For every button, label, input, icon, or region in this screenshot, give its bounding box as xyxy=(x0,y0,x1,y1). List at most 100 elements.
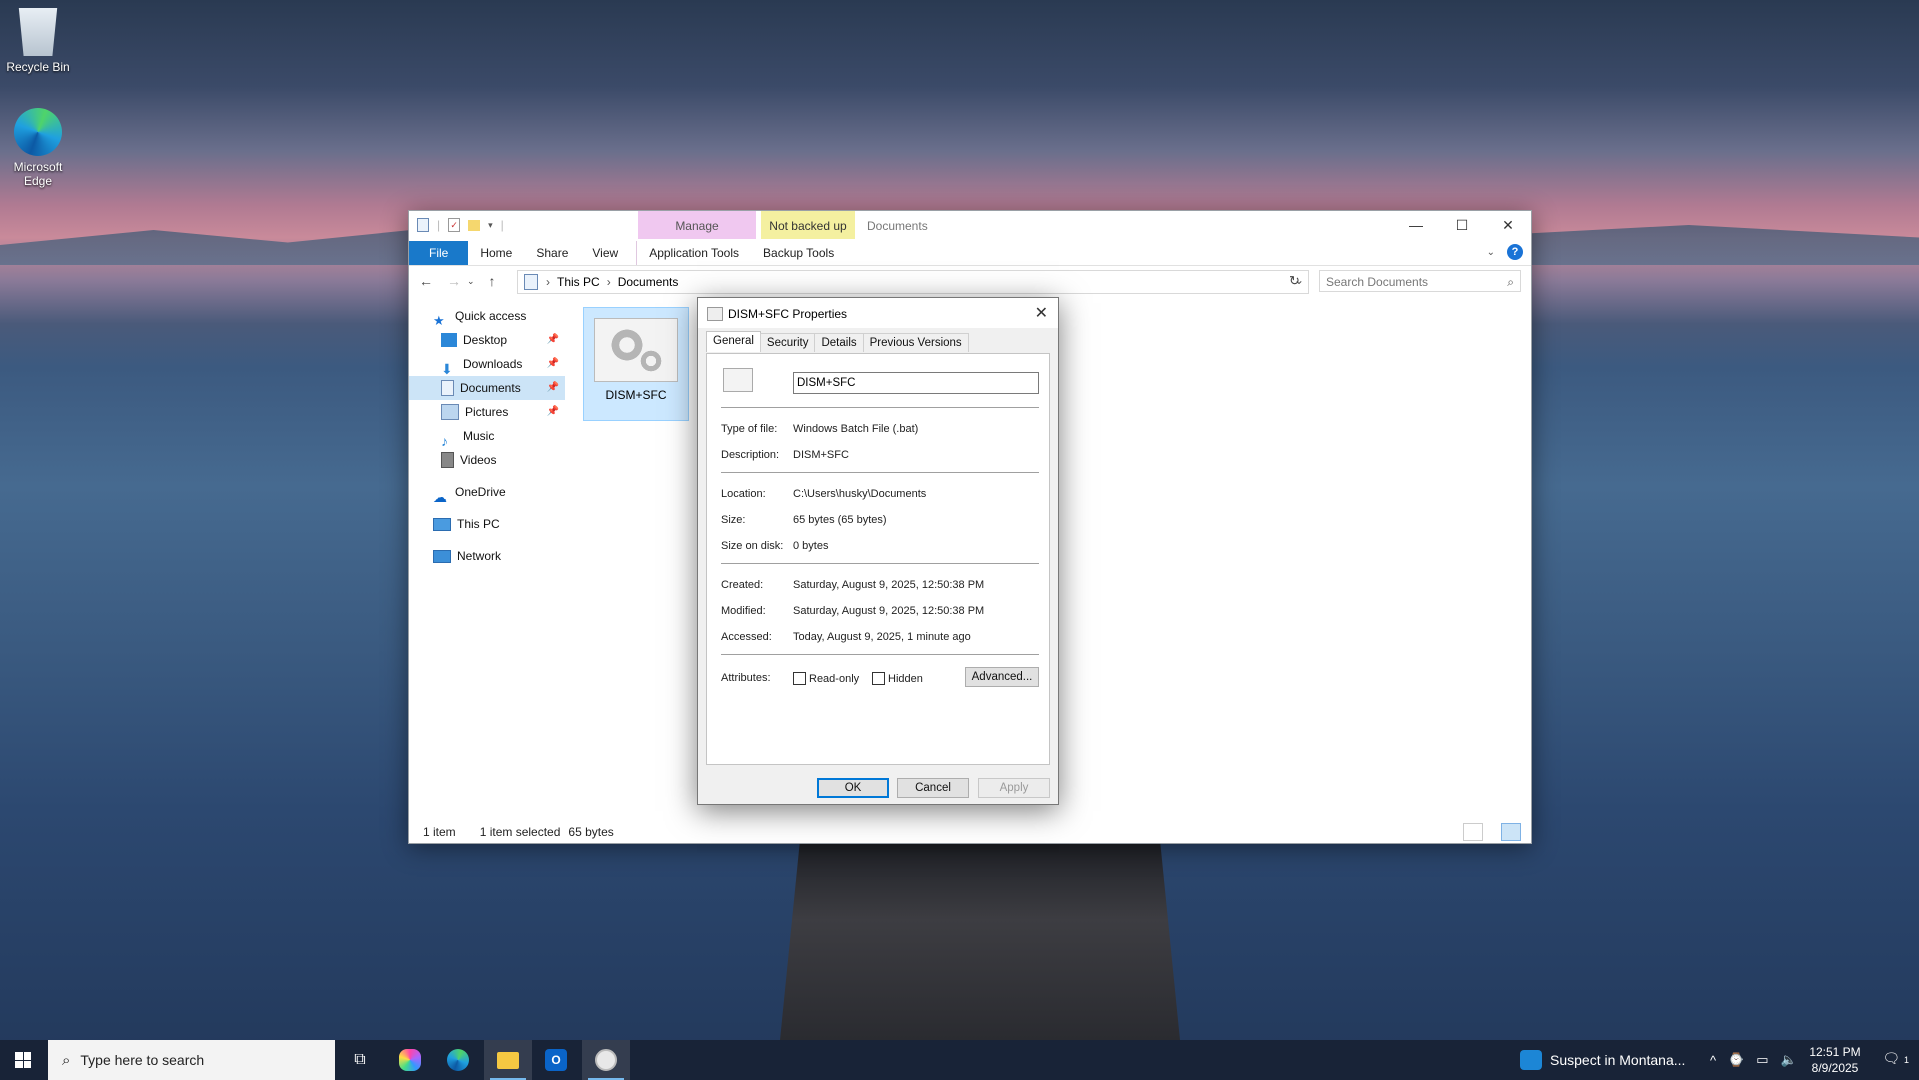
up-arrow-icon[interactable]: ↑ xyxy=(489,273,496,289)
close-icon[interactable]: ✕ xyxy=(1485,211,1531,239)
tab-previous-versions[interactable]: Previous Versions xyxy=(862,333,969,352)
pin-icon[interactable]: 📌 xyxy=(547,400,559,424)
large-icons-view-icon[interactable] xyxy=(1501,823,1521,841)
properties-dialog: DISM+SFC Properties ✕ General Security D… xyxy=(697,297,1059,805)
hidden-checkbox[interactable]: Hidden xyxy=(872,672,923,685)
tab-general[interactable]: General xyxy=(706,331,761,352)
volume-icon[interactable]: 🔈 xyxy=(1781,1052,1797,1068)
file-name-field[interactable]: DISM+SFC xyxy=(793,372,1039,394)
apply-button[interactable]: Apply xyxy=(978,778,1050,798)
taskbar-edge[interactable] xyxy=(434,1040,482,1080)
pin-icon[interactable]: 📌 xyxy=(547,352,559,376)
expand-ribbon-icon[interactable]: ⌄ xyxy=(1487,247,1495,258)
taskbar-clock-app[interactable] xyxy=(582,1040,630,1080)
advanced-button[interactable]: Advanced... xyxy=(965,667,1039,687)
checkbox-label: Read-only xyxy=(809,672,860,685)
file-item-label: DISM+SFC xyxy=(605,388,667,402)
details-view-icon[interactable] xyxy=(1463,823,1483,841)
chevron-right-icon[interactable]: › xyxy=(546,275,550,289)
sidebar-item-network[interactable]: Network xyxy=(409,544,565,568)
item-count: 1 item xyxy=(423,825,456,839)
notification-icon: 🗨 xyxy=(1882,1050,1901,1066)
close-icon[interactable]: ✕ xyxy=(1035,303,1048,323)
desktop-icon-edge[interactable]: Microsoft Edge xyxy=(0,108,76,188)
chevron-right-icon[interactable]: › xyxy=(607,275,611,289)
pin-icon[interactable]: 📌 xyxy=(547,376,559,400)
context-tab-not-backed-up[interactable]: Not backed up xyxy=(761,211,855,239)
network-icon[interactable]: ▭ xyxy=(1756,1052,1768,1068)
dialog-titlebar[interactable]: DISM+SFC Properties ✕ xyxy=(698,298,1058,328)
context-tab-manage[interactable]: Manage xyxy=(638,211,756,239)
checkbox-box[interactable] xyxy=(872,672,885,685)
notification-count: 1 xyxy=(1903,1055,1909,1065)
tab-view[interactable]: View xyxy=(580,241,630,265)
description-value: DISM+SFC xyxy=(793,449,849,461)
taskbar-outlook[interactable]: O xyxy=(532,1040,580,1080)
sidebar-item-pictures[interactable]: Pictures 📌 xyxy=(409,400,565,424)
meet-now-icon[interactable]: ⌚ xyxy=(1728,1052,1744,1068)
window-title: Documents xyxy=(867,219,928,233)
tab-share[interactable]: Share xyxy=(524,241,580,265)
desktop-icon-recycle-bin[interactable]: Recycle Bin xyxy=(0,8,76,74)
qat-dropdown-icon[interactable]: ▾ xyxy=(488,220,493,231)
desktop-icon-label: Microsoft Edge xyxy=(13,160,63,188)
sidebar-item-videos[interactable]: Videos xyxy=(409,448,565,472)
task-view-button[interactable]: ⧉ xyxy=(336,1040,384,1080)
news-widget[interactable]: Suspect in Montana... xyxy=(1520,1040,1685,1080)
size-on-disk-value: 0 bytes xyxy=(793,540,829,552)
tab-file[interactable]: File xyxy=(409,241,469,265)
sidebar-item-label: Quick access xyxy=(455,309,527,323)
sidebar-item-this-pc[interactable]: This PC xyxy=(409,512,565,536)
start-button[interactable] xyxy=(0,1040,46,1080)
tab-details[interactable]: Details xyxy=(814,333,864,352)
clock[interactable]: 12:51 PM 8/9/2025 xyxy=(1800,1044,1870,1076)
refresh-icon[interactable]: ↻ xyxy=(1289,273,1300,289)
notification-center[interactable]: 🗨 1 xyxy=(1882,1050,1909,1067)
sidebar-item-onedrive[interactable]: ☁ OneDrive xyxy=(409,480,565,505)
star-icon: ★ xyxy=(433,313,445,328)
sidebar-item-downloads[interactable]: ⬇ Downloads 📌 xyxy=(409,352,565,377)
search-icon[interactable]: ⌕ xyxy=(1507,271,1514,293)
minimize-icon[interactable]: — xyxy=(1393,211,1439,239)
checkbox-box[interactable] xyxy=(793,672,806,685)
address-row: ← → ⌄ ↑ › This PC › Documents ⌄ ↻ Search… xyxy=(409,269,1531,295)
taskbar-search-box[interactable]: ⌕ Type here to search xyxy=(48,1040,335,1080)
chevron-up-icon[interactable]: ^ xyxy=(1710,1053,1716,1068)
help-icon[interactable]: ? xyxy=(1507,244,1523,260)
tab-backup-tools[interactable]: Backup Tools xyxy=(751,241,846,265)
breadcrumb-documents[interactable]: Documents xyxy=(618,275,679,289)
new-folder-icon[interactable] xyxy=(468,219,481,231)
recent-locations-icon[interactable]: ⌄ xyxy=(467,276,475,289)
tab-home[interactable]: Home xyxy=(468,241,524,265)
sidebar-item-label: Desktop xyxy=(463,333,508,347)
pin-icon[interactable]: 📌 xyxy=(547,328,559,352)
address-bar[interactable]: › This PC › Documents ⌄ xyxy=(517,270,1309,294)
forward-arrow-icon[interactable]: → xyxy=(447,273,461,289)
tab-security[interactable]: Security xyxy=(759,333,816,352)
taskbar-file-explorer[interactable] xyxy=(484,1040,532,1080)
search-documents-input[interactable]: Search Documents ⌕ xyxy=(1319,270,1521,292)
file-item-dism-sfc[interactable]: DISM+SFC xyxy=(583,307,689,421)
sidebar-item-desktop[interactable]: Desktop 📌 xyxy=(409,328,565,352)
document-icon[interactable] xyxy=(417,218,429,232)
accessed-value: Today, August 9, 2025, 1 minute ago xyxy=(793,631,971,643)
description-label: Description: xyxy=(721,449,780,461)
taskbar-copilot[interactable] xyxy=(386,1040,434,1080)
tab-application-tools[interactable]: Application Tools xyxy=(636,241,751,265)
cancel-button[interactable]: Cancel xyxy=(897,778,969,798)
search-icon: ⌕ xyxy=(62,1051,71,1069)
breadcrumb-this-pc[interactable]: This PC xyxy=(557,275,600,289)
readonly-checkbox[interactable]: Read-only xyxy=(793,672,859,685)
attributes-label: Attributes: xyxy=(721,672,771,684)
properties-icon[interactable]: ✓ xyxy=(448,218,461,232)
sidebar-item-quick-access[interactable]: ★ Quick access xyxy=(409,304,565,328)
explorer-titlebar[interactable]: | ✓ ▾ | Manage Not backed up Documents —… xyxy=(409,211,1531,241)
back-arrow-icon[interactable]: ← xyxy=(419,273,433,289)
outlook-icon: O xyxy=(545,1049,567,1071)
sidebar-item-music[interactable]: ♪ Music xyxy=(409,424,565,449)
copilot-icon xyxy=(399,1049,421,1071)
maximize-icon[interactable]: ☐ xyxy=(1439,211,1485,239)
accessed-label: Accessed: xyxy=(721,631,772,643)
sidebar-item-documents[interactable]: Documents 📌 xyxy=(409,376,565,400)
ok-button[interactable]: OK xyxy=(817,778,889,798)
